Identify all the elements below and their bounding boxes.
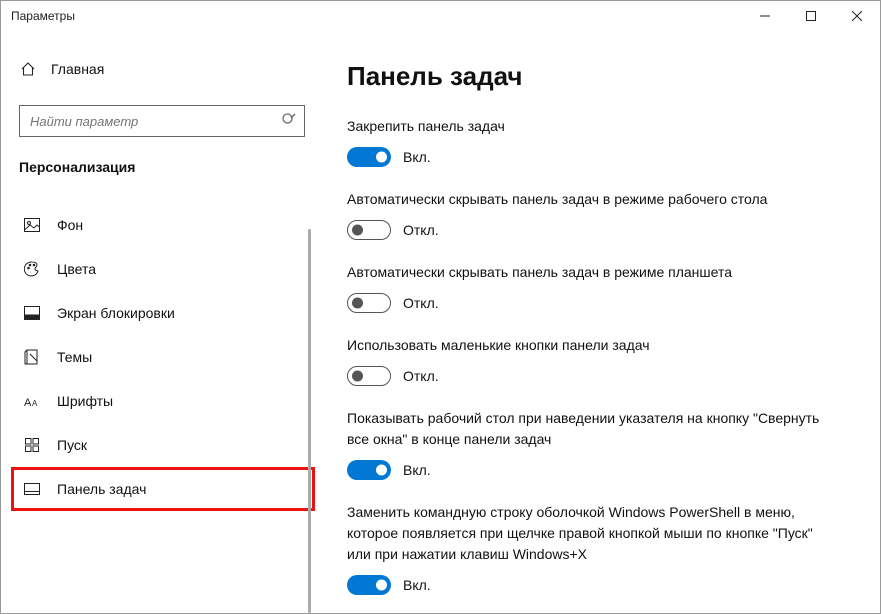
sidebar-item-label: Панель задач <box>57 481 146 497</box>
setting-powershell: Заменить командную строку оболочкой Wind… <box>347 502 852 595</box>
setting-lock-taskbar: Закрепить панель задач Вкл. <box>347 116 852 167</box>
setting-autohide-tablet: Автоматически скрывать панель задач в ре… <box>347 262 852 313</box>
start-icon <box>23 438 41 452</box>
setting-label: Автоматически скрывать панель задач в ре… <box>347 262 827 283</box>
maximize-button[interactable] <box>788 1 834 31</box>
home-label: Главная <box>51 61 104 77</box>
titlebar: Параметры <box>1 1 880 31</box>
setting-autohide-desktop: Автоматически скрывать панель задач в ре… <box>347 189 852 240</box>
sidebar-item-themes[interactable]: Темы <box>19 335 311 379</box>
svg-text:A: A <box>32 399 38 408</box>
toggle-autohide-desktop[interactable] <box>347 220 391 240</box>
taskbar-icon <box>23 483 41 495</box>
fonts-icon: AA <box>23 394 41 408</box>
toggle-lock-taskbar[interactable] <box>347 147 391 167</box>
setting-label: Автоматически скрывать панель задач в ре… <box>347 189 827 210</box>
toggle-peek-desktop[interactable] <box>347 460 391 480</box>
sidebar-item-colors[interactable]: Цвета <box>19 247 311 291</box>
sidebar-item-label: Фон <box>57 217 83 233</box>
setting-label: Заменить командную строку оболочкой Wind… <box>347 502 827 565</box>
toggle-state: Вкл. <box>403 462 431 478</box>
setting-peek-desktop: Показывать рабочий стол при наведении ук… <box>347 408 852 480</box>
svg-text:A: A <box>24 397 32 408</box>
toggle-autohide-tablet[interactable] <box>347 293 391 313</box>
sidebar-item-lockscreen[interactable]: Экран блокировки <box>19 291 311 335</box>
toggle-state: Вкл. <box>403 149 431 165</box>
sidebar: Главная Персонализация Фон <box>1 31 311 613</box>
sidebar-item-taskbar[interactable]: Панель задач <box>11 467 315 511</box>
toggle-state: Откл. <box>403 295 439 311</box>
themes-icon <box>23 349 41 365</box>
setting-label: Показывать рабочий стол при наведении ук… <box>347 408 827 450</box>
toggle-powershell[interactable] <box>347 575 391 595</box>
lockscreen-icon <box>23 306 41 320</box>
page-title: Панель задач <box>347 61 852 92</box>
toggle-state: Вкл. <box>403 577 431 593</box>
sidebar-item-label: Шрифты <box>57 393 113 409</box>
sidebar-item-background[interactable]: Фон <box>19 203 311 247</box>
content-area: Панель задач Закрепить панель задач Вкл.… <box>311 31 880 613</box>
sidebar-item-label: Экран блокировки <box>57 305 175 321</box>
sidebar-item-fonts[interactable]: AA Шрифты <box>19 379 311 423</box>
section-heading: Персонализация <box>19 159 311 175</box>
picture-icon <box>23 218 41 232</box>
toggle-state: Откл. <box>403 368 439 384</box>
setting-label: Использовать маленькие кнопки панели зад… <box>347 335 827 356</box>
palette-icon <box>23 261 41 277</box>
minimize-button[interactable] <box>742 1 788 31</box>
toggle-state: Откл. <box>403 222 439 238</box>
sidebar-item-label: Пуск <box>57 437 87 453</box>
sidebar-item-start[interactable]: Пуск <box>19 423 311 467</box>
sidebar-item-label: Цвета <box>57 261 96 277</box>
close-button[interactable] <box>834 1 880 31</box>
setting-small-buttons: Использовать маленькие кнопки панели зад… <box>347 335 852 386</box>
sidebar-item-label: Темы <box>57 349 92 365</box>
window-title: Параметры <box>11 9 75 23</box>
sidebar-scrollbar[interactable] <box>308 229 311 613</box>
search-input[interactable] <box>19 105 305 137</box>
toggle-small-buttons[interactable] <box>347 366 391 386</box>
home-icon <box>19 61 37 77</box>
home-link[interactable]: Главная <box>19 51 311 87</box>
setting-label: Закрепить панель задач <box>347 116 827 137</box>
